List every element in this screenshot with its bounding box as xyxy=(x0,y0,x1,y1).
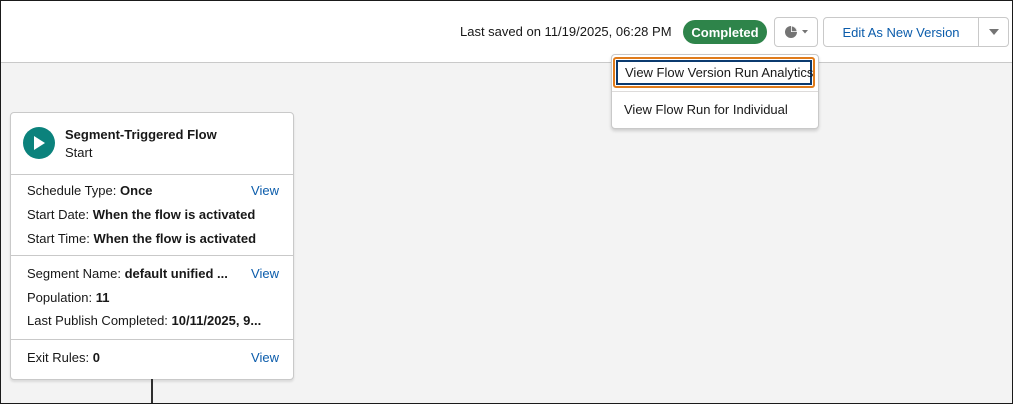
exit-rules-row: Exit Rules: 0 xyxy=(27,350,227,365)
exit-rules-view-link[interactable]: View xyxy=(251,350,279,365)
population-label: Population: xyxy=(27,290,93,305)
segment-name-row: Segment Name: default unified ... xyxy=(27,266,242,281)
last-publish-row: Last Publish Completed: 10/11/2025, 9... xyxy=(27,313,287,328)
play-icon xyxy=(34,136,45,150)
segment-view-link[interactable]: View xyxy=(251,266,279,281)
menu-item-label: View Flow Run for Individual xyxy=(624,101,788,117)
last-saved-text: Last saved on 11/19/2025, 06:28 PM xyxy=(460,24,672,39)
start-card-header: Segment-Triggered Flow Start xyxy=(11,113,293,175)
flow-connector-line xyxy=(151,379,153,403)
edit-as-new-version-button[interactable]: Edit As New Version xyxy=(823,17,979,47)
start-card-title: Segment-Triggered Flow xyxy=(65,127,217,142)
caret-down-icon xyxy=(801,30,808,34)
segment-name-label: Segment Name: xyxy=(27,266,121,281)
start-date-value: When the flow is activated xyxy=(92,207,256,222)
toolbar: Last saved on 11/19/2025, 06:28 PM Compl… xyxy=(1,1,1012,63)
population-row: Population: 11 xyxy=(27,290,247,305)
schedule-type-label: Schedule Type: xyxy=(27,183,117,198)
edit-as-new-version-label: Edit As New Version xyxy=(842,24,960,40)
menu-item-label: View Flow Version Run Analytics xyxy=(625,65,814,80)
schedule-section: Schedule Type: Once View Start Date: Whe… xyxy=(11,174,293,256)
pie-chart-icon xyxy=(784,26,797,38)
schedule-type-value: Once xyxy=(120,183,153,198)
exit-rules-label: Exit Rules: xyxy=(27,350,90,365)
last-publish-value: 10/11/2025, 9... xyxy=(171,313,262,328)
analytics-menu-button[interactable] xyxy=(774,17,818,47)
last-publish-label: Last Publish Completed: xyxy=(27,313,168,328)
schedule-view-link[interactable]: View xyxy=(251,183,279,198)
schedule-type-row: Schedule Type: Once xyxy=(27,183,247,198)
chevron-down-icon xyxy=(988,29,999,35)
population-value: 11 xyxy=(95,290,110,305)
analytics-dropdown-menu: View Flow Version Run Analytics View Flo… xyxy=(611,54,819,129)
start-card-subtitle: Start xyxy=(65,145,93,160)
segment-section: Segment Name: default unified ... View P… xyxy=(11,255,293,340)
start-time-label: Start Time: xyxy=(27,231,90,246)
segment-name-value: default unified ... xyxy=(124,266,228,281)
menu-item-highlight: View Flow Version Run Analytics xyxy=(613,57,815,88)
start-time-row: Start Time: When the flow is activated xyxy=(27,231,287,246)
status-badge: Completed xyxy=(683,20,767,44)
menu-item-view-flow-version-run-analytics[interactable]: View Flow Version Run Analytics xyxy=(612,55,818,92)
exit-rules-value: 0 xyxy=(92,350,100,365)
start-date-row: Start Date: When the flow is activated xyxy=(27,207,287,222)
start-time-value: When the flow is activated xyxy=(93,231,257,246)
menu-item-view-flow-run-for-individual[interactable]: View Flow Run for Individual xyxy=(612,92,818,126)
start-element-card[interactable]: Segment-Triggered Flow Start Schedule Ty… xyxy=(10,112,294,380)
start-icon xyxy=(23,127,55,159)
start-date-label: Start Date: xyxy=(27,207,90,222)
flow-builder-canvas: Last saved on 11/19/2025, 06:28 PM Compl… xyxy=(0,0,1013,404)
more-actions-button[interactable] xyxy=(978,17,1009,47)
exit-rules-section: Exit Rules: 0 View xyxy=(11,339,293,379)
